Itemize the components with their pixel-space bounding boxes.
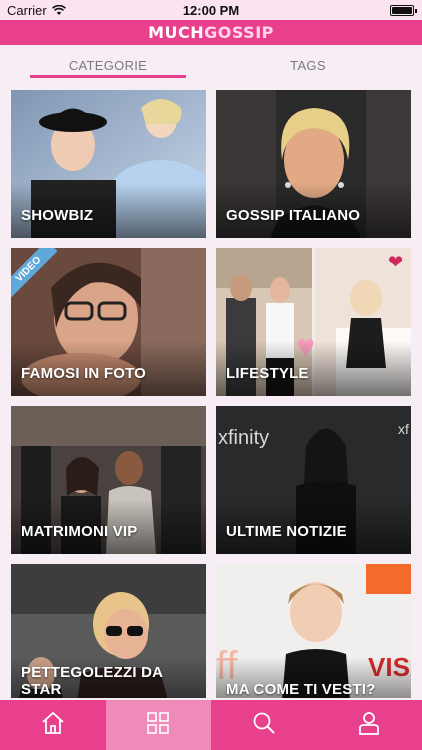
category-label: LIFESTYLE	[226, 365, 309, 382]
svg-text:xfinity: xfinity	[218, 427, 269, 449]
category-tile-gossip-italiano[interactable]: GOSSIP ITALIANO	[216, 90, 411, 238]
app-header: MUCHGOSSIP	[0, 20, 422, 45]
category-tile-ultime-notizie[interactable]: xfinity xf ULTIME NOTIZIE	[216, 406, 411, 554]
svg-text:xf: xf	[398, 421, 409, 437]
category-label: MATRIMONI VIP	[21, 523, 138, 540]
status-time: 12:00 PM	[182, 3, 240, 18]
nav-categories-button[interactable]	[105, 700, 211, 750]
lips-decoration-icon: ❤	[388, 252, 404, 272]
status-bar: Carrier 12:00 PM	[0, 0, 422, 20]
category-tile-ma-come-ti-vesti[interactable]: VISA ff MA COME TI VESTI?	[216, 564, 411, 698]
active-tab-indicator	[30, 75, 186, 78]
category-tile-pettegolezzi-da-star[interactable]: PETTEGOLEZZI DA STAR	[11, 564, 206, 698]
category-grid: SHOWBIZ GOSSIP ITALIANO VIDEO FAMOSI IN …	[11, 90, 411, 698]
bottom-nav	[0, 700, 422, 750]
category-label: MA COME TI VESTI?	[226, 681, 376, 698]
app-logo: MUCHGOSSIP	[148, 23, 274, 42]
category-label: FAMOSI IN FOTO	[21, 365, 147, 382]
category-tile-matrimoni-vip[interactable]: MATRIMONI VIP	[11, 406, 206, 554]
logo-part-gossip: GOSSIP	[204, 23, 274, 42]
grid-icon	[146, 711, 170, 740]
user-icon	[357, 711, 381, 740]
category-label: PETTEGOLEZZI DA STAR	[21, 664, 163, 698]
battery-icon	[390, 5, 417, 16]
category-tile-showbiz[interactable]: SHOWBIZ	[11, 90, 206, 238]
category-tile-famosi-in-foto[interactable]: VIDEO FAMOSI IN FOTO	[11, 248, 206, 396]
home-icon	[41, 711, 65, 740]
tab-tags[interactable]: TAGS	[230, 48, 386, 82]
logo-part-much: MUCH	[148, 23, 205, 42]
search-icon	[252, 711, 276, 740]
category-label: ULTIME NOTIZIE	[226, 523, 347, 540]
category-tile-lifestyle[interactable]: ♥ ❤ LIFESTYLE	[216, 248, 411, 396]
nav-profile-button[interactable]	[317, 700, 422, 750]
category-label: SHOWBIZ	[21, 207, 94, 224]
category-label: GOSSIP ITALIANO	[226, 207, 361, 224]
nav-home-button[interactable]	[0, 700, 106, 750]
nav-search-button[interactable]	[211, 700, 317, 750]
